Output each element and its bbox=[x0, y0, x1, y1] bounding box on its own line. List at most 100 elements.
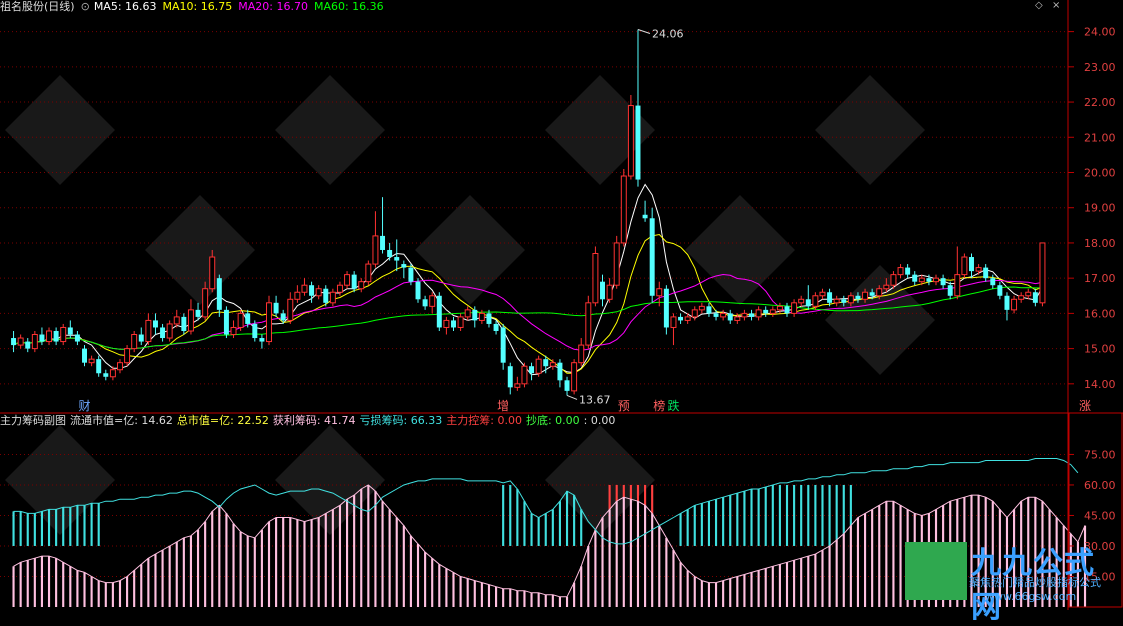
candle-body bbox=[776, 305, 783, 311]
candle-body bbox=[82, 348, 87, 363]
candle-body bbox=[216, 278, 222, 310]
float-cap-label: 流通市值=亿: 14.62 bbox=[70, 414, 173, 427]
candle-body bbox=[549, 362, 556, 367]
candle-body bbox=[223, 309, 229, 335]
candle-body bbox=[727, 313, 733, 321]
low-label: 13.67 bbox=[579, 393, 611, 406]
price-tick-label: 21.00 bbox=[1084, 131, 1116, 144]
candle-body bbox=[117, 362, 123, 371]
ma20-label: MA20: 16.70 bbox=[238, 0, 308, 13]
candle-body bbox=[160, 327, 166, 339]
candle-body bbox=[280, 313, 286, 321]
candle-body bbox=[387, 249, 393, 258]
candle-body bbox=[600, 281, 605, 300]
candle-body bbox=[351, 274, 357, 289]
logo-slogan: 聚焦热门精品炒股指标公式 bbox=[969, 576, 1101, 589]
candle-body bbox=[862, 291, 869, 300]
candle-body bbox=[869, 292, 875, 296]
candle-body bbox=[543, 359, 549, 367]
candle-body bbox=[784, 306, 790, 314]
total-cap-label: 总市值=亿: 22.52 bbox=[176, 414, 269, 427]
candle-body bbox=[173, 316, 180, 325]
candle-body bbox=[31, 334, 38, 350]
candle-body bbox=[380, 235, 386, 250]
candle-body bbox=[131, 334, 138, 350]
candle-body bbox=[912, 274, 918, 282]
candle-body bbox=[585, 302, 592, 346]
candle-body bbox=[187, 309, 194, 332]
candlestick-panel: 24.06 13.67 财 增 预 榜跌 涨 bbox=[11, 27, 1091, 413]
candle-body bbox=[294, 291, 301, 300]
candle-body bbox=[578, 344, 585, 364]
candle-body bbox=[25, 341, 31, 349]
candle-body bbox=[266, 302, 272, 343]
candle-body bbox=[500, 327, 506, 363]
candle-body bbox=[1018, 295, 1025, 300]
candle-body bbox=[571, 362, 578, 392]
candle-body bbox=[883, 284, 890, 290]
indicator-title[interactable]: 主力筹码副图 bbox=[0, 414, 66, 427]
diamond-icon[interactable]: ◇ bbox=[1035, 0, 1043, 11]
candle-body bbox=[918, 277, 925, 283]
stock-name[interactable]: 祖名股份(日线) bbox=[0, 0, 75, 13]
candle-body bbox=[493, 323, 499, 331]
candle-body bbox=[1004, 295, 1010, 310]
candle-body bbox=[96, 359, 102, 374]
candle-body bbox=[358, 281, 365, 290]
candle-body bbox=[990, 278, 996, 286]
ma5-label: MA5: 16.63 bbox=[93, 0, 157, 13]
candle-body bbox=[209, 256, 216, 290]
event-marker: 涨 bbox=[1079, 398, 1091, 413]
candle-body bbox=[1039, 242, 1046, 304]
candle-body bbox=[88, 358, 95, 364]
candle-body bbox=[401, 264, 407, 268]
candle-body bbox=[847, 295, 854, 304]
candle-body bbox=[905, 267, 911, 275]
candle-body bbox=[17, 337, 24, 346]
candle-body bbox=[443, 319, 450, 328]
candle-body bbox=[422, 299, 428, 307]
candle-body bbox=[947, 285, 953, 296]
price-tick-label: 23.00 bbox=[1084, 61, 1116, 74]
candle-body bbox=[1032, 292, 1038, 303]
logo-icon bbox=[905, 542, 967, 600]
low-pointer bbox=[566, 394, 578, 400]
candle-body bbox=[791, 302, 798, 314]
candle-body bbox=[415, 281, 421, 300]
candle-body bbox=[436, 295, 442, 328]
candle-body bbox=[252, 323, 258, 339]
candle-body bbox=[53, 330, 59, 342]
candle-body bbox=[926, 278, 932, 282]
candle-body bbox=[124, 348, 131, 364]
watermark-logo: 九九公式网 聚焦热门精品炒股指标公式 www.66gsw.com bbox=[905, 538, 1123, 625]
candle-body bbox=[514, 383, 521, 388]
candle-body bbox=[245, 313, 251, 324]
candle-body bbox=[649, 218, 655, 296]
dropdown-icon[interactable]: ⊙ bbox=[81, 0, 90, 13]
candle-body bbox=[230, 326, 237, 336]
candle-body bbox=[323, 288, 329, 303]
logo-url: www.66gsw.com bbox=[985, 590, 1077, 603]
candle-body bbox=[309, 285, 315, 296]
candle-body bbox=[975, 267, 982, 272]
candle-body bbox=[557, 362, 563, 381]
close-icon[interactable]: × bbox=[1052, 0, 1060, 11]
loss-chips-label: 亏损筹码: 66.33 bbox=[359, 414, 443, 427]
candle-body bbox=[74, 334, 80, 342]
candle-body bbox=[451, 320, 456, 328]
price-tick-label: 20.00 bbox=[1084, 166, 1116, 179]
price-tick-label: 15.00 bbox=[1084, 343, 1116, 356]
candle-body bbox=[372, 235, 379, 265]
candle-body bbox=[897, 267, 904, 276]
chip-tick-label: 45.00 bbox=[1084, 509, 1116, 522]
price-tick-label: 14.00 bbox=[1084, 378, 1116, 391]
candle-body bbox=[394, 257, 400, 261]
candle-body bbox=[109, 369, 116, 378]
candle-body bbox=[961, 256, 968, 276]
watermark-diamond bbox=[415, 195, 525, 305]
candle-body bbox=[529, 366, 535, 374]
candle-body bbox=[507, 366, 513, 388]
candle-body bbox=[890, 274, 897, 286]
event-marker: 跌 bbox=[667, 398, 679, 413]
price-tick-label: 17.00 bbox=[1084, 272, 1116, 285]
